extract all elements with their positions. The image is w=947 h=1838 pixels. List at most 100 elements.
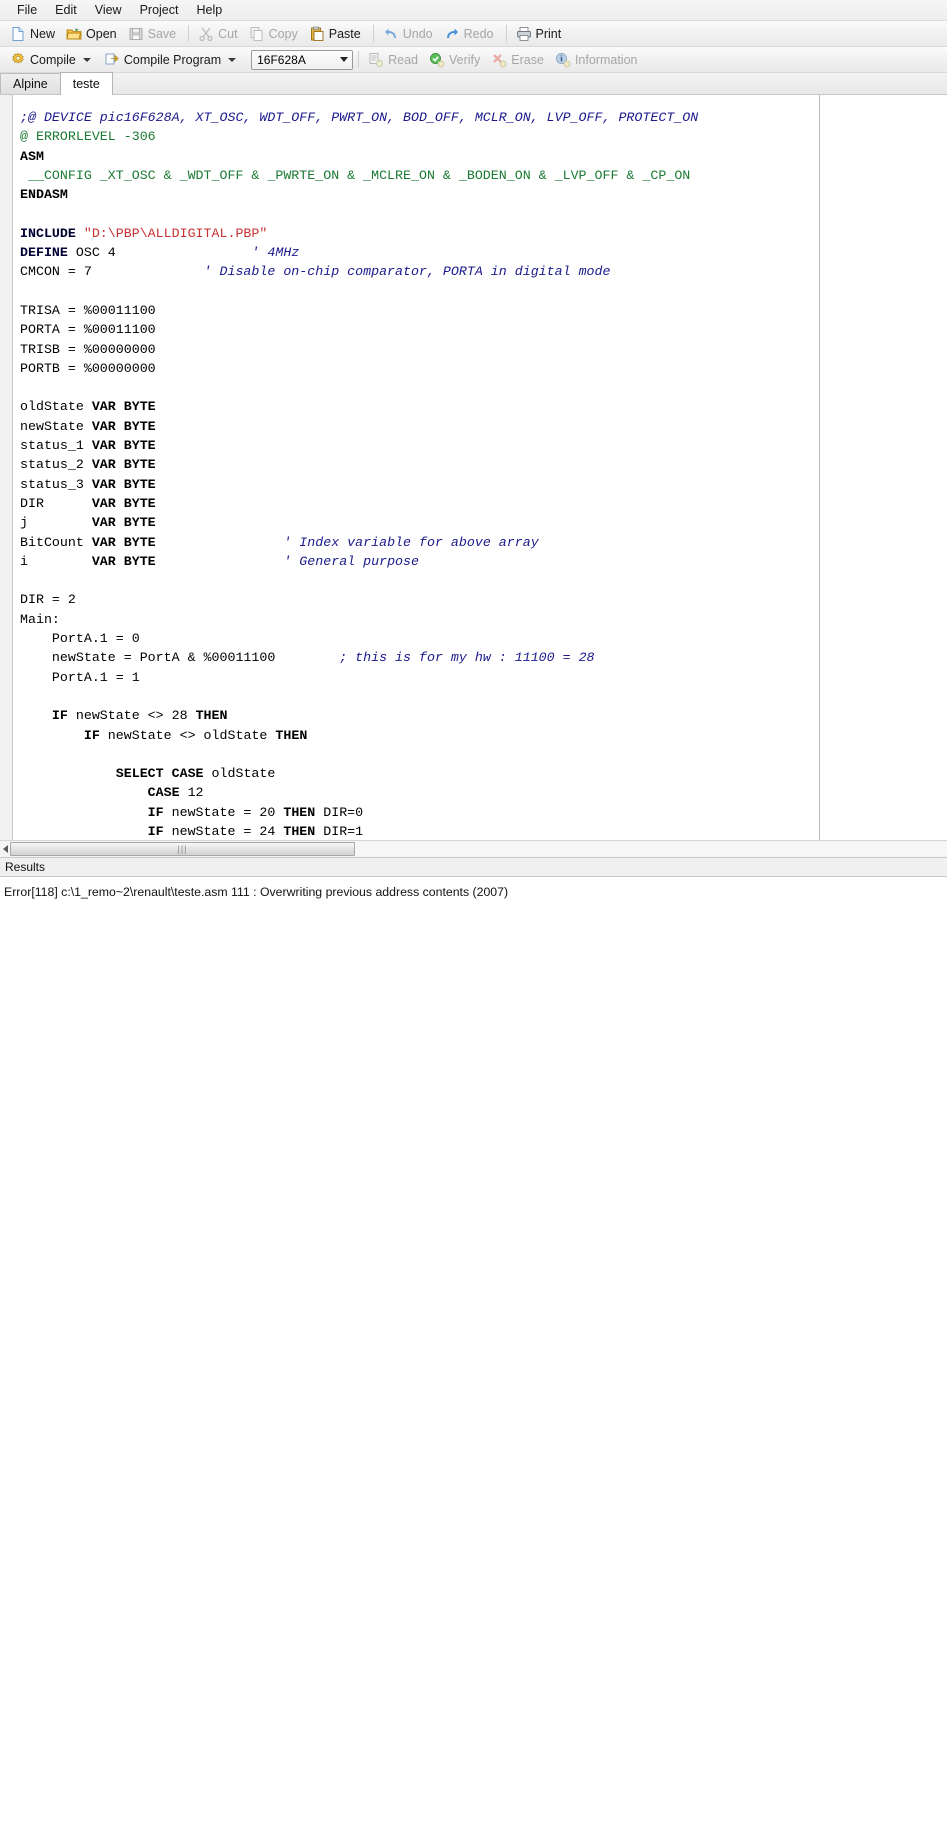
code-line: PortA.1 = 1 [20,668,947,687]
copy-icon [249,26,265,42]
menu-item-edit[interactable]: Edit [46,1,86,19]
read-icon [368,52,384,68]
code-token: ' Index variable for above array [283,534,539,550]
code-token: ASM [20,148,44,164]
menu-item-file[interactable]: File [8,1,46,19]
toolbar-separator-3 [505,25,507,42]
verify-button-label: Verify [449,52,481,67]
copy-button-label: Copy [268,26,298,41]
menu-item-help[interactable]: Help [187,1,231,19]
scrollbar-thumb[interactable]: ||| [10,842,355,856]
code-token: ' 4MHz [251,245,300,261]
menu-item-project[interactable]: Project [131,1,188,19]
tab-teste[interactable]: teste [59,72,113,95]
undo-button-label: Undo [402,26,433,41]
code-token: OSC 4 [75,245,252,261]
code-token: ENDASM [20,187,68,203]
information-button[interactable]: Information [551,49,645,71]
new-button[interactable]: New [6,23,62,45]
code-token: status_1 [20,438,92,454]
code-token: SELECT CASE [115,766,204,782]
paste-button[interactable]: Paste [305,23,368,45]
code-token: TRISA = %00011100 [20,302,156,318]
results-panel-body[interactable]: Error[118] c:\1_remo~2\renault\teste.asm… [0,877,947,1838]
code-token: IF [147,804,164,820]
erase-button[interactable]: Erase [487,49,551,71]
code-line: status_1 VAR BYTE [20,436,947,455]
code-token: newState = PortA & %00011100 [20,650,340,666]
read-button-label: Read [388,52,419,67]
code-token: PortA.1 = 0 [20,631,140,647]
compile-program-chevron-down-icon[interactable] [228,57,237,62]
code-token: THEN [275,727,308,743]
editor-gutter [0,95,13,840]
code-token: Main: [20,611,60,627]
editor-code-text[interactable]: ;@ DEVICE pic16F628A, XT_OSC, WDT_OFF, P… [20,108,947,840]
code-token: newState = 24 [163,823,284,839]
code-line: IF newState <> 28 THEN [20,706,947,725]
code-token: TRISB = %00000000 [20,341,156,357]
save-button[interactable]: Save [124,23,184,45]
code-token: oldState [20,399,92,415]
code-token: INCLUDE [20,225,84,241]
code-line: TRISB = %00000000 [20,340,947,359]
code-token: VAR BYTE [91,399,156,415]
device-select-chevron-down-icon[interactable] [340,57,349,62]
menu-item-view[interactable]: View [86,1,131,19]
code-token: "D:\PBP\ALLDIGITAL.PBP" [83,225,268,241]
undo-arrow-icon [383,26,399,42]
code-line: newState VAR BYTE [20,417,947,436]
undo-button[interactable]: Undo [379,23,440,45]
code-line: @ ERRORLEVEL -306 [20,127,947,146]
compile-program-button[interactable]: Compile Program [100,49,245,71]
redo-button-label: Redo [463,26,494,41]
save-button-label: Save [147,26,177,41]
code-line: CMCON = 7 ' Disable on-chip comparator, … [20,262,947,281]
code-token: BitCount [20,534,92,550]
code-line: PortA.1 = 0 [20,629,947,648]
redo-arrow-icon [444,26,460,42]
code-token: VAR BYTE [91,476,156,492]
code-line: PORTA = %00011100 [20,320,947,339]
code-token: newState <> oldState [99,727,276,743]
code-token: oldState [203,766,276,782]
code-token: newState <> 28 [67,708,196,724]
code-line: i VAR BYTE ' General purpose [20,552,947,571]
print-button[interactable]: Print [512,23,569,45]
redo-button[interactable]: Redo [440,23,501,45]
compile-chevron-down-icon[interactable] [82,57,91,62]
verify-button[interactable]: Verify [425,49,487,71]
open-folder-icon [66,26,82,42]
code-token: VAR BYTE [91,418,156,434]
code-line: ASM [20,147,947,166]
compile-program-icon [104,52,120,68]
editor-horizontal-scrollbar[interactable]: ||| [0,840,947,857]
toolbar-separator-2 [372,25,374,42]
code-editor[interactable]: ;@ DEVICE pic16F628A, XT_OSC, WDT_OFF, P… [0,95,947,840]
tab-alpine[interactable]: Alpine [0,73,61,94]
information-button-label: Information [574,52,638,67]
cut-button[interactable]: Cut [194,23,244,45]
scrollbar-grip-icon: ||| [177,843,188,854]
compile-button[interactable]: Compile [6,49,100,71]
code-line: PORTB = %00000000 [20,359,947,378]
device-select[interactable]: 16F628A [251,49,354,70]
read-button[interactable]: Read [364,49,425,71]
code-token: VAR BYTE [91,534,156,550]
code-token: DIR [20,495,92,511]
open-button[interactable]: Open [62,23,124,45]
code-token: VAR BYTE [91,438,156,454]
copy-button[interactable]: Copy [245,23,305,45]
code-line: TRISA = %00011100 [20,301,947,320]
scroll-left-arrow-icon[interactable] [0,842,10,857]
code-line: status_2 VAR BYTE [20,455,947,474]
code-token: status_2 [20,457,92,473]
